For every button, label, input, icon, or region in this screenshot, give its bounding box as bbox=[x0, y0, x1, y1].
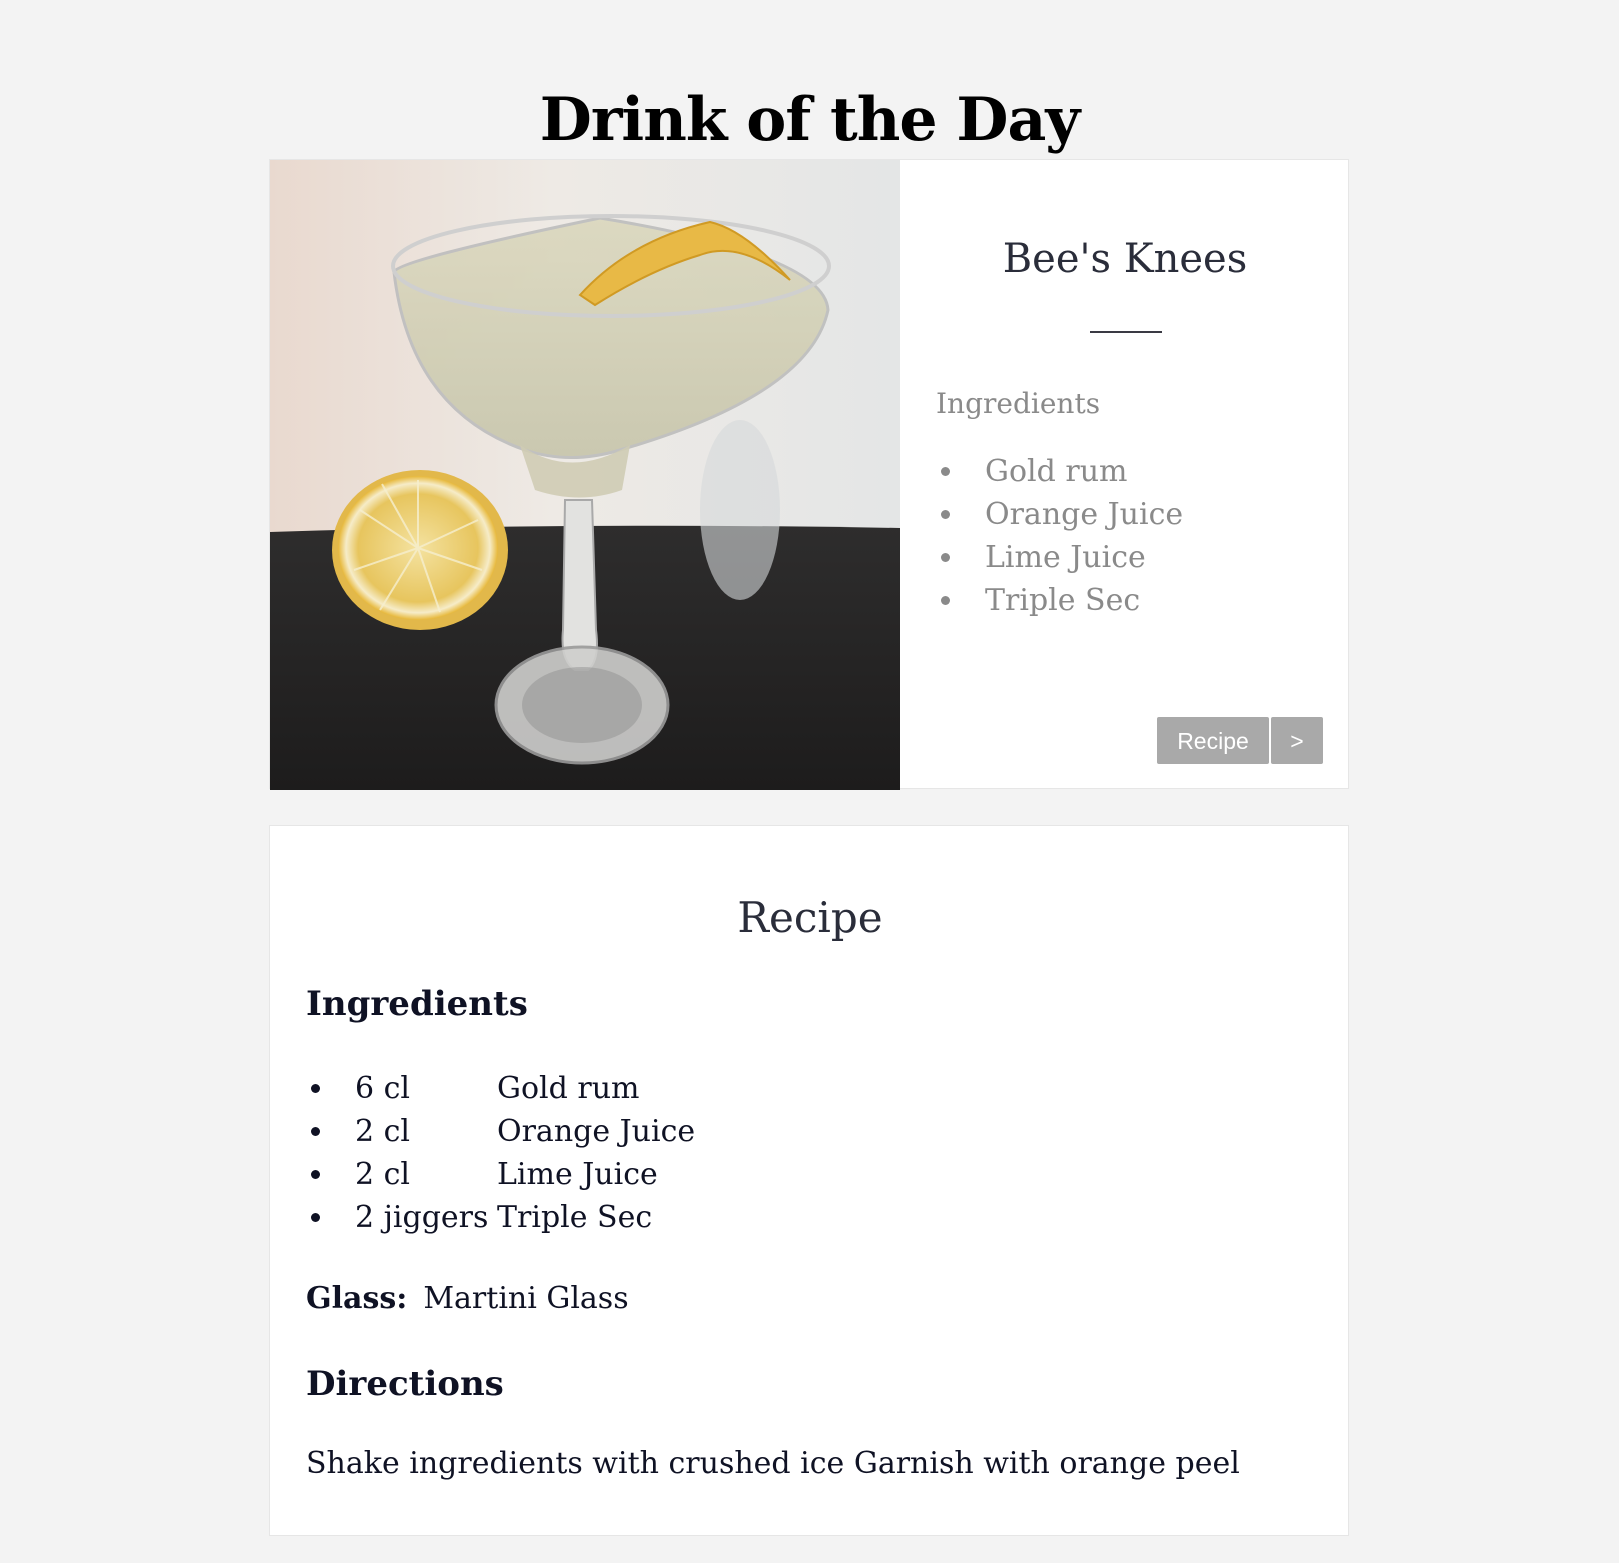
glass-value: Martini Glass bbox=[423, 1281, 629, 1316]
recipe-card: Recipe Ingredients 6 cl Gold rum 2 cl Oran… bbox=[269, 825, 1349, 1536]
bullet-icon bbox=[311, 1084, 320, 1093]
ingredient-quantity: 2 cl bbox=[355, 1114, 411, 1149]
bullet-icon bbox=[941, 553, 950, 562]
drink-name: Bee's Knees bbox=[1002, 236, 1248, 282]
ingredients-heading: Ingredients bbox=[936, 387, 1101, 420]
list-item: Gold rum bbox=[936, 450, 1183, 493]
glass-row: Glass: Martini Glass bbox=[306, 1279, 629, 1319]
ingredient-name: Triple Sec bbox=[985, 583, 1141, 618]
ingredient-name: Orange Juice bbox=[497, 1114, 696, 1149]
ingredient-name: Lime Juice bbox=[497, 1157, 658, 1192]
ingredient-quantity: 2 jiggers bbox=[355, 1200, 489, 1235]
page-title: Drink of the Day bbox=[539, 85, 1080, 156]
list-item: Lime Juice bbox=[936, 536, 1183, 579]
recipe-ingredients-heading: Ingredients bbox=[306, 984, 528, 1024]
bullet-icon bbox=[941, 596, 950, 605]
bullet-icon bbox=[311, 1127, 320, 1136]
bullet-icon bbox=[941, 467, 950, 476]
drink-card: Bee's Knees Ingredients Gold rum Orange … bbox=[269, 159, 1350, 790]
list-item: Orange Juice bbox=[936, 493, 1183, 536]
ingredients-list: Gold rum Orange Juice Lime Juice Triple … bbox=[936, 450, 1183, 622]
next-button[interactable]: > bbox=[1271, 717, 1323, 764]
bullet-icon bbox=[941, 510, 950, 519]
drink-photo bbox=[270, 160, 900, 790]
glass-label: Glass: bbox=[306, 1281, 408, 1316]
recipe-button[interactable]: Recipe bbox=[1157, 717, 1269, 764]
drink-info: Bee's Knees Ingredients Gold rum Orange … bbox=[900, 160, 1350, 790]
ingredient-quantity: 2 cl bbox=[355, 1157, 411, 1192]
ingredient-name: Orange Juice bbox=[985, 497, 1184, 532]
directions-text: Shake ingredients with crushed ice Garni… bbox=[306, 1446, 1240, 1481]
bullet-icon bbox=[311, 1170, 320, 1179]
ingredient-name: Gold rum bbox=[497, 1071, 640, 1106]
ingredient-name: Gold rum bbox=[985, 454, 1128, 489]
card-actions: Recipe > bbox=[1157, 717, 1323, 764]
ingredient-name: Lime Juice bbox=[985, 540, 1146, 575]
directions-heading: Directions bbox=[306, 1364, 504, 1404]
list-item: Triple Sec bbox=[936, 579, 1183, 622]
ingredient-name: Triple Sec bbox=[497, 1200, 653, 1235]
recipe-title: Recipe bbox=[737, 893, 883, 942]
bullet-icon bbox=[311, 1213, 320, 1222]
title-divider bbox=[1090, 331, 1162, 333]
ingredient-quantity: 6 cl bbox=[355, 1071, 411, 1106]
